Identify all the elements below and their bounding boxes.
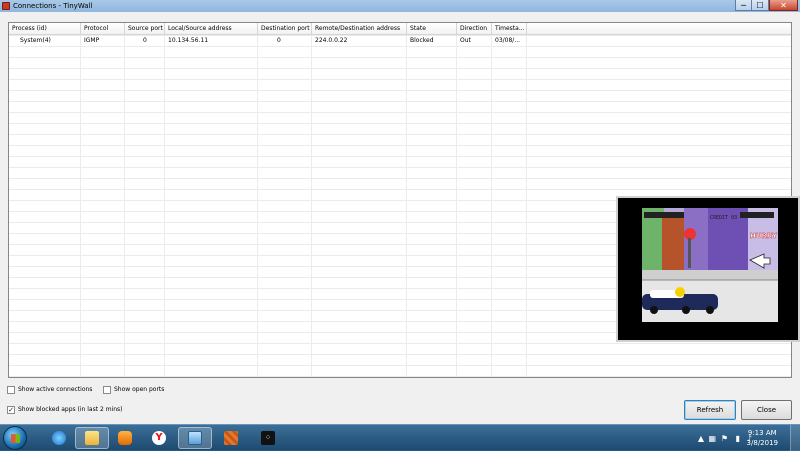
blackberry-icon[interactable]: ⁘ [251,427,285,449]
cell-destination-port: 0 [277,37,281,44]
header-fill [527,23,791,35]
minimize-button[interactable]: ─ [735,0,752,11]
cell-direction: Out [460,37,471,44]
close-window-button[interactable]: ✕ [769,0,798,11]
cell-process: System(4) [20,37,51,44]
hurry-text: HURRY UP [750,232,778,240]
cell-protocol: IGMP [84,37,100,44]
show-open-ports-checkbox[interactable] [103,386,111,394]
credit-text: CREDIT 03 [710,215,737,221]
start-button-icon[interactable] [3,426,27,450]
show-active-connections-checkbox[interactable] [7,386,15,394]
game-icon[interactable] [214,427,248,449]
cell-state: Blocked [410,37,434,44]
column-header-destination-port[interactable]: Destination port [258,23,312,35]
internet-explorer-icon[interactable] [42,427,76,449]
media-player-icon[interactable] [108,427,142,449]
folder-icon[interactable] [75,427,109,449]
column-header-local-address[interactable]: Local/Source address [165,23,258,35]
show-open-ports-option[interactable]: Show open ports [103,385,164,395]
refresh-button[interactable]: Refresh [684,400,736,420]
clock-date: 3/8/2019 [746,439,778,447]
tinywall-app-icon [2,2,10,10]
game-screen: CREDIT 03 HURRY UP [642,208,778,322]
close-button[interactable]: Close [741,400,792,420]
battery-icon[interactable]: ▮ [736,434,740,443]
flag-icon[interactable]: ⚑ [721,434,728,443]
column-divider [406,35,407,377]
window-title: Connections - TinyWall [13,2,93,10]
column-divider [491,35,492,377]
column-header-protocol[interactable]: Protocol [81,23,125,35]
column-header-remote-address[interactable]: Remote/Destination address [312,23,407,35]
cell-timestamp: 03/08/... [495,37,521,44]
column-divider [311,35,312,377]
windows-taskbar: Y ⁘ ▲ ▦ ⚑ ▮ ♪ 9:13 AM 3/8/2019 [0,424,800,451]
show-desktop-button[interactable] [790,425,800,451]
yandex-browser-icon[interactable]: Y [142,427,176,449]
column-header-direction[interactable]: Direction [457,23,492,35]
cell-local-address: 10.134.56.11 [168,37,209,44]
column-header-source-port[interactable]: Source port [125,23,165,35]
clock-time: 9:13 AM [747,429,777,437]
column-header-timestamp[interactable]: Timesta... [492,23,527,35]
column-divider [456,35,457,377]
show-open-ports-label: Show open ports [114,386,165,393]
show-active-connections-label: Show active connections [18,386,93,393]
system-clock[interactable]: 9:13 AM 3/8/2019 [747,428,778,448]
explorer-window-icon[interactable] [178,427,212,449]
column-divider [164,35,165,377]
game-scene: CREDIT 03 HURRY UP [642,208,778,322]
game-video-overlay[interactable]: CREDIT 03 HURRY UP [616,196,800,342]
column-divider [80,35,81,377]
show-blocked-apps-option[interactable]: ✓ Show blocked apps (in last 2 mins) [7,405,123,415]
cell-remote-address: 224.0.0.22 [315,37,348,44]
maximize-button[interactable]: ☐ [752,0,769,11]
column-divider [124,35,125,377]
title-bar[interactable]: Connections - TinyWall ─ ☐ ✕ [0,0,800,12]
tray-expand-icon[interactable]: ▲ [698,434,704,443]
show-blocked-apps-label: Show blocked apps (in last 2 mins) [18,406,123,413]
column-divider [526,35,527,377]
column-divider [257,35,258,377]
network-icon[interactable]: ▦ [708,434,716,443]
show-active-connections-option[interactable]: Show active connections [7,385,92,395]
column-header-process[interactable]: Process (id) [9,23,81,35]
show-blocked-apps-checkbox[interactable]: ✓ [7,406,15,414]
cell-source-port: 0 [143,37,147,44]
column-header-state[interactable]: State [407,23,457,35]
